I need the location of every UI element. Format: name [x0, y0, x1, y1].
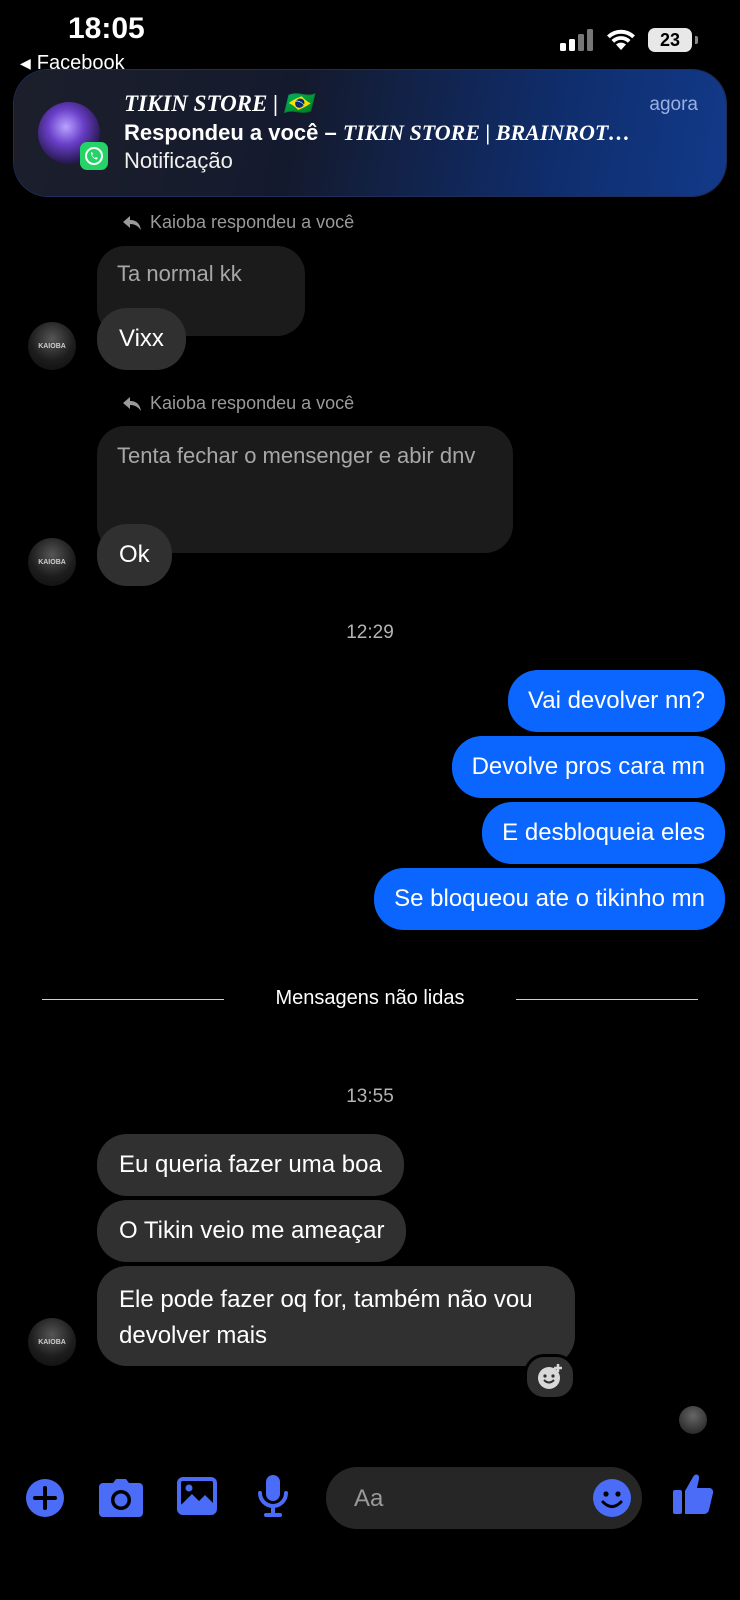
notification-title: TIKIN STORE | 🇧🇷 — [124, 91, 313, 116]
message-text: Ele pode fazer oq for, também não vou de… — [119, 1286, 533, 1349]
outgoing-message[interactable]: E desbloqueia eles — [482, 802, 725, 864]
reply-label: Kaioba respondeu a você — [122, 212, 354, 233]
reply-label-text: Kaioba respondeu a você — [150, 393, 355, 413]
contact-avatar[interactable]: KAIOBA — [28, 538, 76, 586]
contact-avatar[interactable]: KAIOBA — [28, 1318, 76, 1366]
message-text: Se bloqueou ate o tikinho mn — [394, 885, 705, 912]
back-triangle-icon: ◀ — [20, 55, 31, 71]
incoming-message[interactable]: Ele pode fazer oq for, também não vou de… — [97, 1266, 575, 1366]
message-text: O Tikin veio me ameaçar — [119, 1217, 385, 1244]
plus-icon — [26, 1479, 64, 1517]
quoted-message-text: Ta normal kk — [117, 261, 242, 286]
message-text: E desbloqueia eles — [502, 819, 705, 846]
add-reaction-icon — [538, 1364, 562, 1389]
notification-subtitle-prefix: Respondeu a você – — [124, 120, 343, 145]
thumbs-up-icon — [673, 1474, 714, 1515]
avatar-text: KAIOBA — [38, 342, 66, 350]
message-input[interactable] — [352, 1467, 586, 1531]
avatar-text: KAIOBA — [38, 1338, 66, 1346]
gallery-icon — [177, 1477, 217, 1515]
notification-subtitle: Respondeu a você – TIKIN STORE | BRAINRO… — [124, 120, 704, 146]
notification-time: agora — [649, 94, 698, 115]
reply-label: Kaioba respondeu a você — [122, 393, 354, 414]
reply-arrow-icon — [123, 396, 141, 411]
wifi-icon — [607, 29, 635, 50]
notification-banner[interactable]: TIKIN STORE | 🇧🇷 agora Respondeu a você … — [14, 70, 726, 196]
incoming-message[interactable]: Ok — [97, 524, 172, 586]
gallery-button[interactable] — [175, 1474, 219, 1518]
notification-subtitle-name: TIKIN STORE | BRAINROT… — [342, 120, 631, 145]
quoted-message-text: Tenta fechar o mensenger e abir dnv — [117, 443, 476, 468]
message-text: Devolve pros cara mn — [471, 753, 705, 780]
message-input-box[interactable] — [326, 1467, 642, 1531]
camera-icon — [99, 1479, 143, 1517]
status-time: 18:05 — [68, 12, 145, 45]
notification-body: Notificação — [124, 148, 233, 173]
contact-avatar[interactable]: KAIOBA — [28, 322, 76, 370]
like-button[interactable] — [672, 1472, 716, 1516]
plus-button[interactable] — [23, 1476, 67, 1520]
incoming-message[interactable]: O Tikin veio me ameaçar — [97, 1200, 407, 1262]
reply-label-text: Kaioba respondeu a você — [150, 212, 355, 232]
outgoing-message[interactable]: Se bloqueou ate o tikinho mn — [374, 868, 725, 930]
incoming-message[interactable]: Eu queria fazer uma boa — [97, 1134, 404, 1196]
camera-button[interactable] — [99, 1476, 143, 1520]
message-text: Eu queria fazer uma boa — [119, 1151, 382, 1178]
avatar-text: KAIOBA — [38, 558, 66, 566]
cellular-signal-icon — [560, 29, 593, 51]
whatsapp-icon — [80, 142, 108, 170]
battery-indicator: 23 — [648, 28, 698, 52]
microphone-button[interactable] — [251, 1474, 295, 1518]
microphone-icon — [258, 1475, 288, 1517]
reply-arrow-icon — [123, 215, 141, 230]
emoji-icon — [593, 1479, 631, 1517]
message-text: Vai devolver nn? — [528, 687, 705, 714]
timestamp: 12:29 — [346, 622, 394, 643]
incoming-message[interactable]: Vixx — [97, 308, 186, 370]
add-reaction-button[interactable] — [524, 1354, 576, 1400]
emoji-button[interactable] — [592, 1478, 632, 1523]
seen-avatar — [679, 1406, 707, 1434]
outgoing-message[interactable]: Vai devolver nn? — [508, 670, 725, 732]
message-text: Ok — [119, 541, 150, 568]
status-icons: 23 — [560, 28, 698, 52]
outgoing-message[interactable]: Devolve pros cara mn — [451, 736, 725, 798]
unread-divider-label: Mensagens não lidas — [275, 987, 465, 1009]
message-text: Vixx — [119, 325, 164, 352]
timestamp: 13:55 — [346, 1086, 394, 1107]
